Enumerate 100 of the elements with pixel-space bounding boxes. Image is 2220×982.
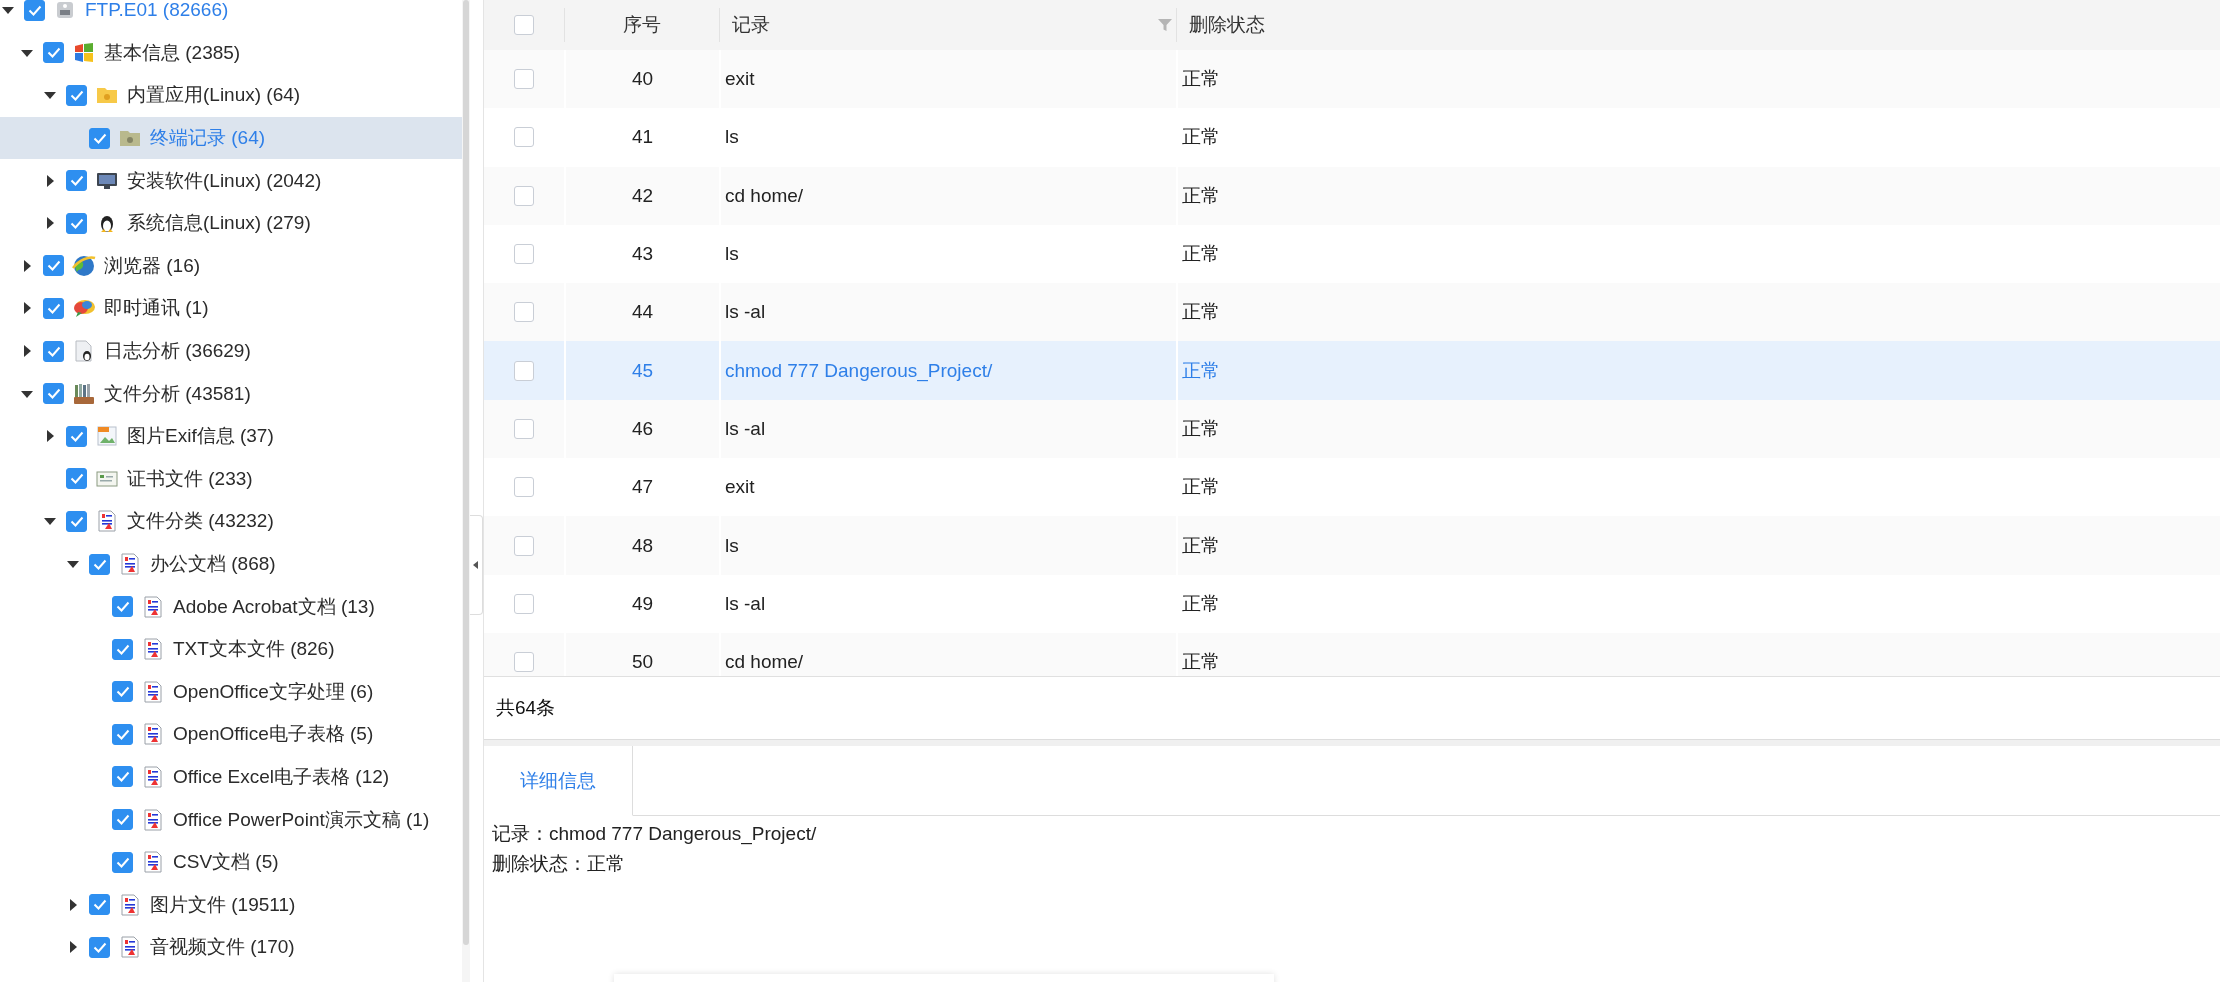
checkbox[interactable]	[66, 425, 87, 447]
checkbox[interactable]	[89, 936, 110, 958]
document-icon	[141, 637, 165, 662]
check-icon	[46, 260, 61, 272]
tree-label: CSV文档 (5)	[173, 850, 279, 875]
tree-label: 日志分析 (36629)	[104, 339, 251, 364]
tree-item[interactable]: OpenOffice文字处理 (6)	[0, 670, 462, 714]
tree-item[interactable]: CSV文档 (5)	[0, 840, 462, 884]
table-row[interactable]: 45 chmod 777 Dangerous_Project/ 正常	[484, 341, 2220, 400]
row-checkbox[interactable]	[514, 652, 534, 673]
table-row[interactable]: 44 ls -al 正常	[484, 283, 2220, 342]
checkbox[interactable]	[112, 723, 133, 745]
tree-item[interactable]: Office PowerPoint演示文稿 (1)	[0, 798, 462, 841]
scrollbar-thumb[interactable]	[463, 0, 469, 945]
check-icon	[92, 558, 107, 570]
tree-item[interactable]: 系统信息(Linux) (279)	[0, 201, 462, 245]
table-row[interactable]: 50 cd home/ 正常	[484, 632, 2220, 676]
checkbox[interactable]	[89, 127, 110, 149]
table-row[interactable]: 46 ls -al 正常	[484, 399, 2220, 459]
check-icon	[69, 217, 84, 229]
row-checkbox[interactable]	[514, 360, 534, 381]
tree-item[interactable]: Office Excel电子表格 (12)	[0, 755, 462, 799]
checkbox[interactable]	[43, 255, 64, 277]
collapse-handle[interactable]	[470, 515, 483, 615]
tree-item[interactable]: FTP.E01 (82666)	[0, 0, 462, 32]
row-checkbox[interactable]	[514, 127, 534, 148]
tree-item[interactable]: 图片文件 (19511)	[0, 883, 462, 927]
document-icon	[118, 892, 142, 917]
tree-item[interactable]: TXT文本文件 (826)	[0, 627, 462, 671]
select-all-checkbox[interactable]	[514, 15, 534, 35]
column-header: 记录	[732, 13, 770, 37]
tree-item[interactable]: 图片Exif信息 (37)	[0, 414, 462, 458]
tree-label: 文件分类 (43232)	[127, 509, 274, 534]
windows-flag-icon	[72, 40, 96, 65]
tree-item[interactable]: 即时通讯 (1)	[0, 287, 462, 330]
checkbox[interactable]	[112, 596, 133, 618]
checkbox[interactable]	[66, 85, 87, 106]
checkbox[interactable]	[112, 766, 133, 788]
detail-line: 记录：chmod 777 Dangerous_Project/	[492, 822, 818, 847]
total-count: 共64条	[496, 696, 556, 720]
table-row[interactable]: 40 exit 正常	[484, 50, 2220, 109]
row-checkbox[interactable]	[514, 302, 534, 323]
checkbox[interactable]	[112, 809, 133, 831]
tab[interactable]: 详细信息	[484, 746, 633, 816]
checkbox[interactable]	[66, 468, 87, 490]
checkbox[interactable]	[43, 297, 64, 319]
document-icon	[141, 679, 165, 704]
checkbox[interactable]	[89, 894, 110, 916]
tree-label: 系统信息(Linux) (279)	[127, 211, 311, 236]
tree-item[interactable]: 浏览器 (16)	[0, 244, 462, 288]
filter-icon[interactable]	[1158, 18, 1172, 32]
tree-label: OpenOffice电子表格 (5)	[173, 722, 374, 747]
checkbox[interactable]	[112, 851, 133, 873]
tree-label: 图片文件 (19511)	[150, 892, 296, 917]
checkbox[interactable]	[112, 681, 133, 703]
check-icon	[115, 728, 130, 740]
tree-item[interactable]: OpenOffice电子表格 (5)	[0, 713, 462, 756]
tree-item[interactable]: 音视频文件 (170)	[0, 926, 462, 969]
document-icon	[118, 552, 142, 576]
tree-label: Office PowerPoint演示文稿 (1)	[173, 807, 430, 832]
row-checkbox[interactable]	[514, 535, 534, 556]
tree-label: 内置应用(Linux) (64)	[127, 83, 301, 108]
tree-item[interactable]: 办公文档 (868)	[0, 542, 462, 586]
row-checkbox[interactable]	[514, 418, 534, 439]
checkbox[interactable]	[66, 170, 87, 192]
checkbox[interactable]	[112, 638, 133, 660]
book-shelf-icon	[72, 381, 96, 406]
checkbox[interactable]	[43, 340, 64, 362]
checkbox[interactable]	[24, 0, 45, 21]
table-cell: cd home/	[719, 632, 1176, 676]
table-row[interactable]: 42 cd home/ 正常	[484, 166, 2220, 225]
globe-icon	[72, 253, 96, 278]
tree-item[interactable]: Adobe Acrobat文档 (13)	[0, 585, 462, 628]
tree-item[interactable]: 证书文件 (233)	[0, 457, 462, 501]
check-icon	[69, 473, 84, 485]
tree-item[interactable]: 文件分类 (43232)	[0, 500, 462, 543]
checkbox[interactable]	[66, 212, 87, 234]
row-checkbox[interactable]	[514, 69, 534, 90]
tree-label: Adobe Acrobat文档 (13)	[173, 594, 375, 619]
checkbox[interactable]	[43, 383, 64, 405]
row-checkbox[interactable]	[514, 477, 534, 498]
table-row[interactable]: 48 ls 正常	[484, 516, 2220, 575]
tree-label: 音视频文件 (170)	[150, 935, 295, 960]
row-checkbox[interactable]	[514, 593, 534, 614]
checkbox[interactable]	[43, 42, 64, 64]
tree-item[interactable]: 安装软件(Linux) (2042)	[0, 159, 462, 202]
row-checkbox[interactable]	[514, 185, 534, 206]
tree-label: 浏览器 (16)	[104, 253, 201, 278]
check-icon	[115, 686, 130, 698]
tree-item[interactable]: 基本信息 (2385)	[0, 31, 462, 75]
check-icon	[115, 856, 130, 868]
check-icon	[69, 175, 84, 187]
tree-item[interactable]: 内置应用(Linux) (64)	[0, 74, 462, 117]
tree-item[interactable]: 文件分析 (43581)	[0, 372, 462, 415]
tree-item[interactable]: 日志分析 (36629)	[0, 329, 462, 373]
row-checkbox[interactable]	[514, 244, 534, 265]
checkbox[interactable]	[66, 510, 87, 532]
image-file-icon	[95, 424, 119, 449]
checkbox[interactable]	[89, 553, 110, 575]
check-icon	[92, 899, 107, 911]
